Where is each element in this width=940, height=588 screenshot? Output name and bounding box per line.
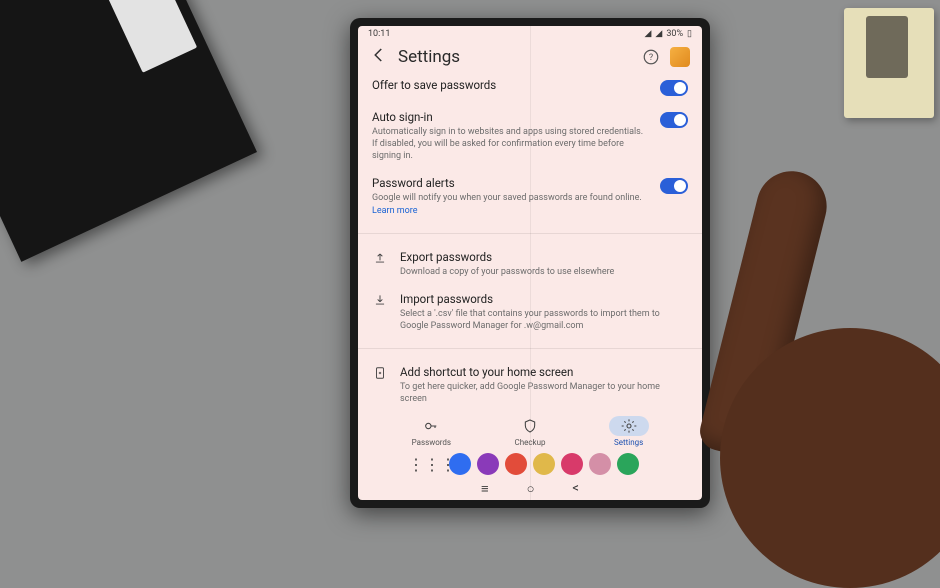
tab-label: Settings — [614, 438, 643, 447]
setting-title: Offer to save passwords — [372, 78, 648, 92]
tab-label: Passwords — [412, 438, 451, 447]
action-title: Export passwords — [400, 250, 688, 264]
back-icon[interactable] — [370, 46, 388, 68]
key-icon — [423, 418, 439, 434]
toggle-switch[interactable] — [660, 112, 688, 128]
nav-recent-icon[interactable]: ≡ — [481, 481, 489, 497]
dock-app-7[interactable] — [589, 453, 611, 475]
tab-passwords[interactable]: Passwords — [411, 416, 451, 447]
setting-title: Auto sign-in — [372, 110, 648, 124]
help-icon[interactable]: ? — [642, 48, 660, 66]
galaxy-z-fold6-device: 10:11 ◢ ◢ 30% ▯ Settings ? Offer to save — [350, 18, 710, 508]
dock-app-messages[interactable] — [449, 453, 471, 475]
status-battery-text: 30% — [666, 29, 683, 39]
hardware-bracket-prop — [844, 8, 934, 118]
box-sticker — [92, 0, 197, 73]
action-title: Import passwords — [400, 292, 688, 306]
dock-app-viber[interactable] — [477, 453, 499, 475]
dock-app-instagram[interactable] — [561, 453, 583, 475]
toggle-switch[interactable] — [660, 80, 688, 96]
setting-subtitle: Automatically sign in to websites and ap… — [372, 126, 648, 162]
upload-icon — [372, 250, 388, 265]
page-title: Settings — [398, 47, 632, 67]
toggle-switch[interactable] — [660, 178, 688, 194]
setting-title: Password alerts — [372, 176, 648, 190]
gear-icon — [621, 418, 637, 434]
download-icon — [372, 292, 388, 307]
account-avatar[interactable] — [670, 47, 690, 67]
add-to-home-icon — [372, 365, 388, 380]
setting-subtitle: Google will notify you when your saved p… — [372, 192, 648, 216]
action-title: Add shortcut to your home screen — [400, 365, 688, 379]
fold-crease — [530, 26, 531, 500]
tab-settings[interactable]: Settings — [609, 416, 649, 447]
dock-apps-grid-icon[interactable]: ⋮⋮⋮ — [421, 453, 443, 475]
status-signal-icon-2: ◢ — [655, 29, 662, 39]
status-time: 10:11 — [368, 29, 390, 39]
svg-text:?: ? — [649, 53, 653, 63]
nav-back-icon[interactable]: < — [572, 481, 579, 497]
action-subtitle: To get here quicker, add Google Password… — [400, 381, 688, 405]
battery-icon: ▯ — [687, 29, 692, 39]
learn-more-link[interactable]: Learn more — [372, 206, 418, 216]
action-subtitle: Select a '.csv' file that contains your … — [400, 308, 688, 332]
dock-app-whatsapp[interactable] — [617, 453, 639, 475]
dock-app-4[interactable] — [505, 453, 527, 475]
dock-app-5[interactable] — [533, 453, 555, 475]
action-subtitle: Download a copy of your passwords to use… — [400, 266, 688, 278]
status-signal-icon: ◢ — [644, 29, 651, 39]
product-box-label: Galaxy Z Fold6 — [0, 64, 7, 213]
product-box: Galaxy Z Fold6 — [0, 0, 257, 262]
device-screen: 10:11 ◢ ◢ 30% ▯ Settings ? Offer to save — [358, 26, 702, 500]
